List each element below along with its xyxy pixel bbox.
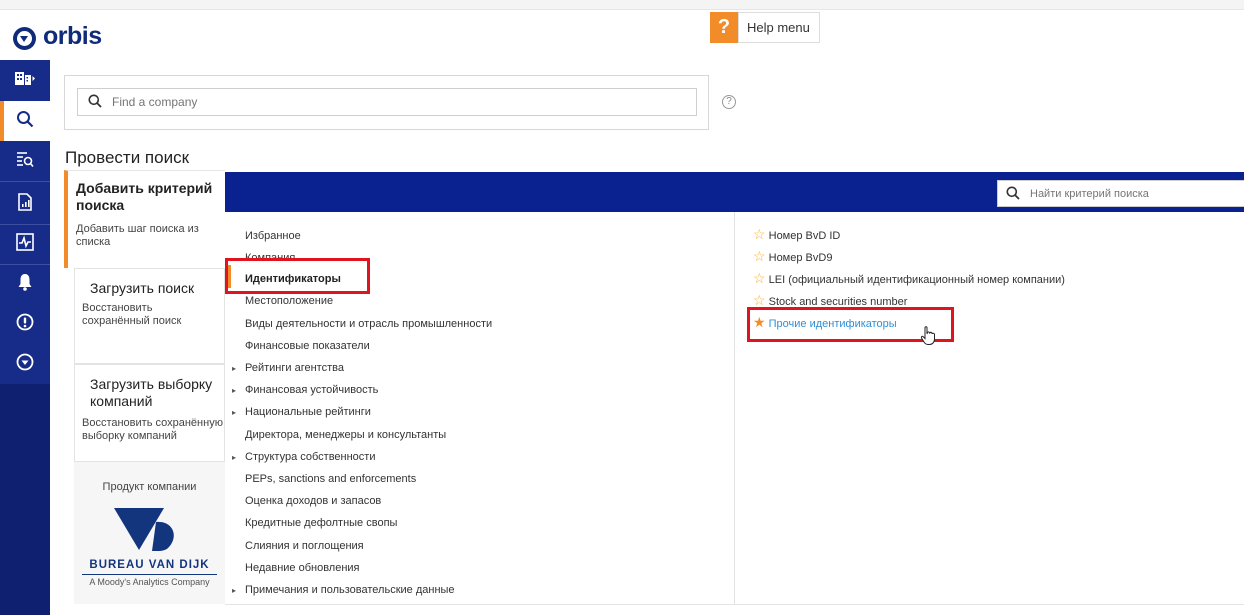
- brand-name: BUREAU VAN DIJK: [89, 559, 210, 571]
- orbis-circle-icon: [16, 353, 34, 376]
- criterion-bvd-id[interactable]: ☆ Номер BvD ID: [753, 227, 840, 242]
- search-icon: [16, 110, 34, 133]
- category-item[interactable]: Примечания и пользовательские данные: [245, 584, 455, 596]
- rail-notifications[interactable]: [0, 304, 50, 344]
- rail-reports[interactable]: [0, 184, 50, 224]
- criterion-label: LEI (официальный идентификационный номер…: [768, 274, 1065, 286]
- search-icon: [88, 94, 102, 113]
- rail-companies[interactable]: [0, 60, 50, 100]
- expand-arrow-icon[interactable]: ▸: [232, 586, 236, 595]
- category-item[interactable]: Слияния и поглощения: [245, 540, 364, 552]
- bell-icon: [17, 273, 33, 296]
- app-logo-text[interactable]: orbis: [43, 22, 102, 51]
- brand-divider: [82, 574, 217, 575]
- category-item[interactable]: Виды деятельности и отрасль промышленнос…: [245, 318, 492, 330]
- favorite-star-icon[interactable]: ☆: [753, 248, 766, 264]
- help-menu-button[interactable]: Help menu: [738, 12, 820, 43]
- criterion-lei[interactable]: ☆ LEI (официальный идентификационный ном…: [753, 271, 1065, 286]
- load-selection-desc: Восстановить сохранённую выборку компани…: [82, 417, 223, 442]
- expand-arrow-icon[interactable]: ▸: [232, 408, 236, 417]
- alert-circle-icon: [16, 313, 34, 336]
- hand-cursor-icon: [920, 326, 936, 351]
- rail-monitoring[interactable]: [0, 224, 50, 264]
- criteria-search-input[interactable]: [997, 180, 1244, 207]
- product-label: Продукт компании: [102, 481, 197, 493]
- expand-arrow-icon[interactable]: ▸: [232, 386, 236, 395]
- building-icon: [14, 70, 36, 91]
- search-icon: [1006, 186, 1020, 205]
- category-item[interactable]: Финансовые показатели: [245, 340, 370, 352]
- header: [0, 10, 1244, 60]
- favorite-star-icon[interactable]: ☆: [753, 226, 766, 242]
- category-item[interactable]: Кредитные дефолтные свопы: [245, 517, 397, 529]
- criterion-stock-number[interactable]: ☆ Stock and securities number: [753, 293, 907, 308]
- brand-tagline: A Moody's Analytics Company: [89, 577, 210, 587]
- category-item[interactable]: Рейтинги агентства: [245, 362, 344, 374]
- add-criterion-desc: Добавить шаг поиска из списка: [76, 223, 199, 248]
- rail-search-lists[interactable]: [0, 141, 50, 181]
- activity-icon: [16, 232, 34, 256]
- company-search-input[interactable]: [77, 88, 697, 116]
- category-item[interactable]: Местоположение: [245, 295, 333, 307]
- criterion-label: Номер BvD9: [768, 252, 833, 264]
- bottom-divider: [225, 604, 1244, 605]
- orbis-logo-icon[interactable]: [13, 27, 36, 50]
- list-search-icon: [16, 150, 34, 173]
- load-search-title: Загрузить поиск: [90, 280, 195, 296]
- category-item[interactable]: Структура собственности: [245, 451, 376, 463]
- category-item[interactable]: Оценка доходов и запасов: [245, 495, 381, 507]
- top-strip: [0, 0, 1244, 10]
- category-item[interactable]: Недавние обновления: [245, 562, 360, 574]
- favorite-star-icon[interactable]: ☆: [753, 292, 766, 308]
- help-icon[interactable]: ?: [710, 12, 738, 43]
- rail-separator: [0, 181, 50, 182]
- criterion-label: Номер BvD ID: [768, 230, 841, 242]
- add-criterion-title: Добавить критерий поиска: [76, 180, 213, 213]
- product-footer: Продукт компании BUREAU VAN DIJK A Moody…: [74, 462, 225, 604]
- report-icon: [17, 192, 33, 216]
- bvd-logo-icon: [114, 506, 178, 557]
- load-search-desc: Восстановить сохранённый поиск: [82, 302, 182, 327]
- rail-search[interactable]: [0, 101, 50, 141]
- load-selection-tab[interactable]: Загрузить выборку компаний Восстановить …: [74, 364, 225, 462]
- rail-orbis[interactable]: [0, 344, 50, 384]
- rail-bottom: [0, 384, 50, 615]
- rail-alerts[interactable]: [0, 264, 50, 304]
- expand-arrow-icon[interactable]: ▸: [232, 453, 236, 462]
- load-selection-title: Загрузить выборку компаний: [90, 376, 213, 409]
- category-item[interactable]: Финансовая устойчивость: [245, 384, 378, 396]
- load-search-tab[interactable]: Загрузить поиск Восстановить сохранённый…: [74, 268, 225, 364]
- criterion-bvd9[interactable]: ☆ Номер BvD9: [753, 249, 832, 264]
- category-item[interactable]: Национальные рейтинги: [245, 406, 371, 418]
- highlight-box: [225, 258, 370, 294]
- search-help-icon[interactable]: ?: [722, 95, 736, 109]
- expand-arrow-icon[interactable]: ▸: [232, 364, 236, 373]
- add-criterion-tab[interactable]: Добавить критерий поиска Добавить шаг по…: [64, 170, 225, 268]
- category-item[interactable]: Избранное: [245, 230, 301, 242]
- category-item[interactable]: PEPs, sanctions and enforcements: [245, 473, 416, 485]
- favorite-star-icon[interactable]: ☆: [753, 270, 766, 286]
- page-title: Провести поиск: [65, 148, 190, 167]
- category-item[interactable]: Директора, менеджеры и консультанты: [245, 429, 446, 441]
